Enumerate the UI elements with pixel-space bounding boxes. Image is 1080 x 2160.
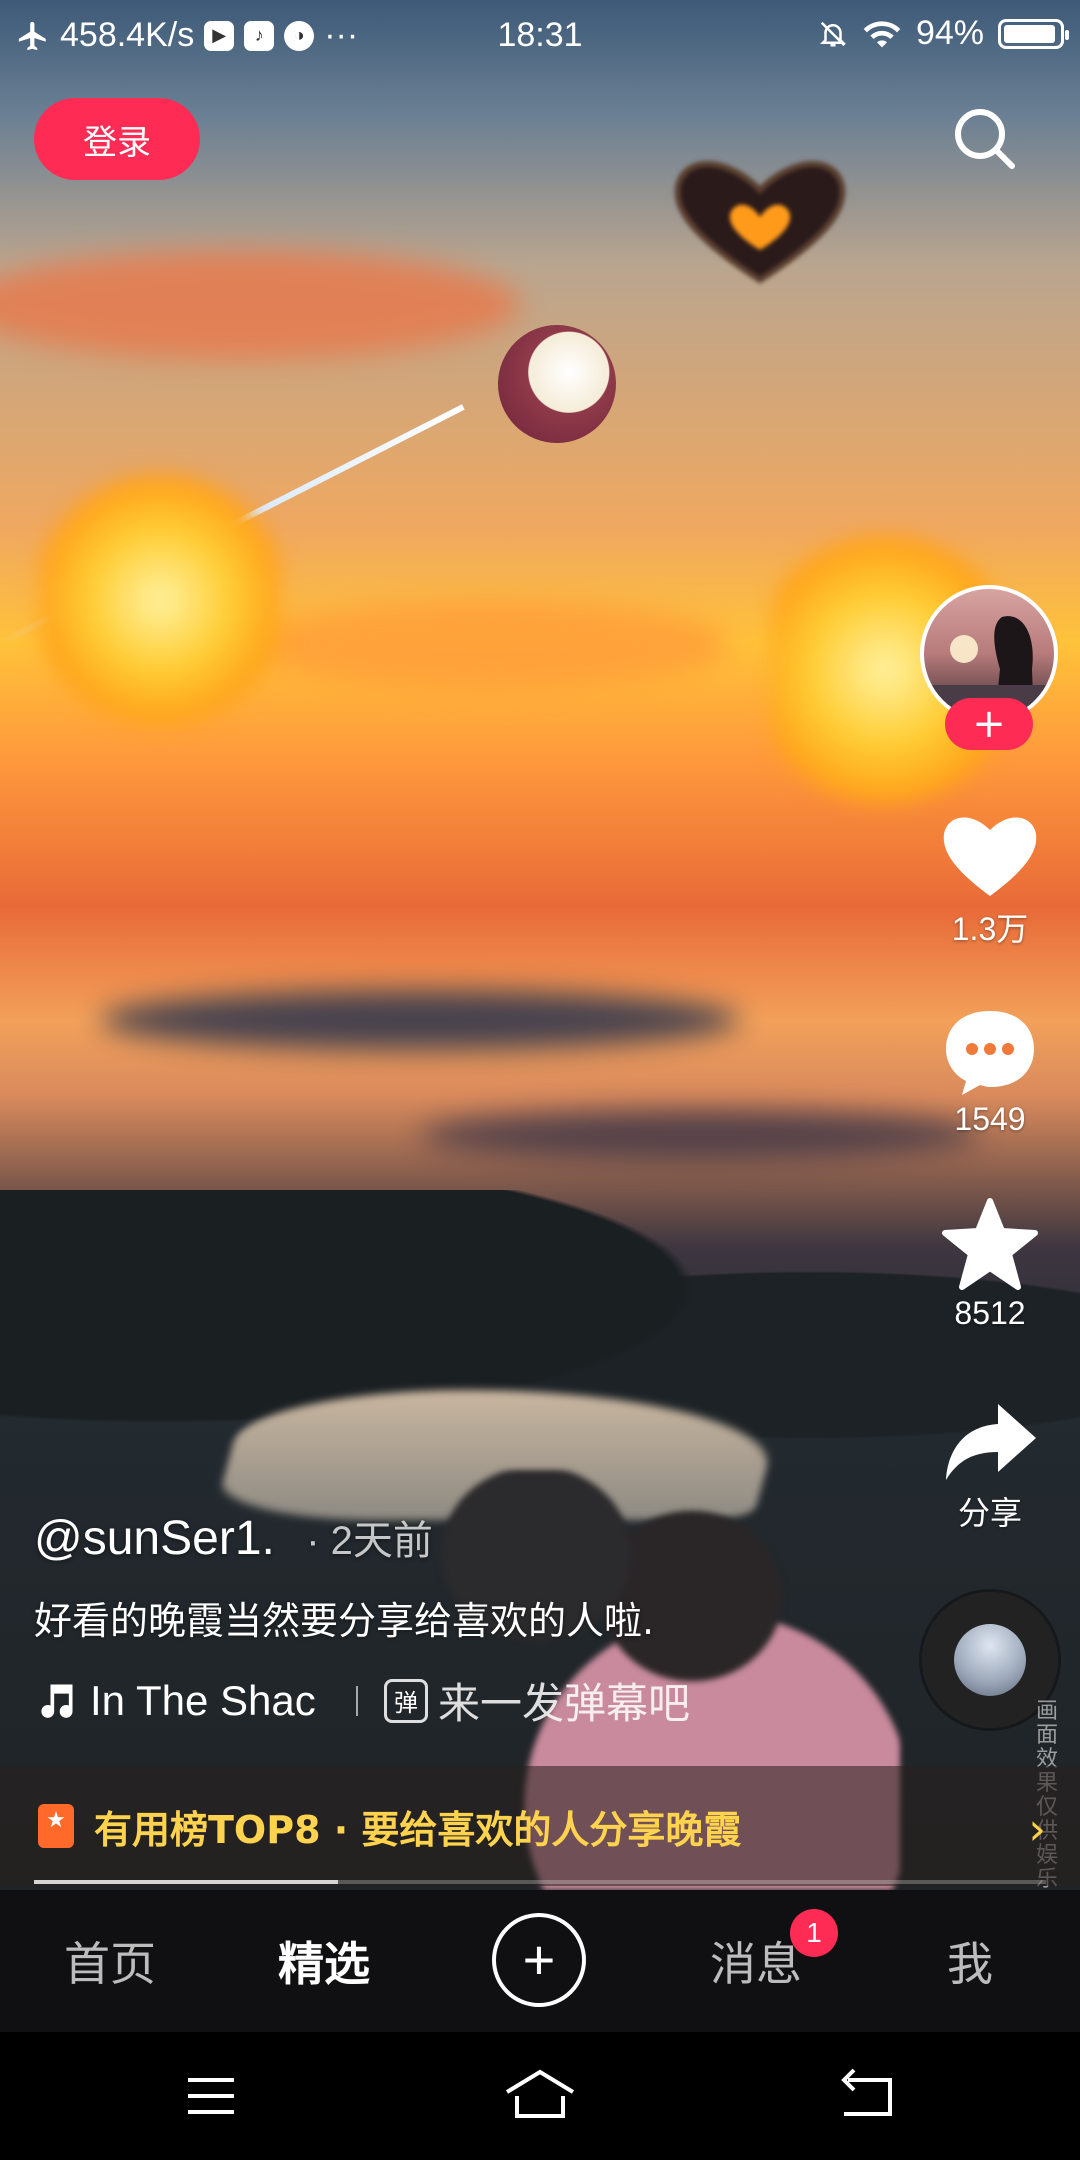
battery-percent: 94% bbox=[915, 14, 984, 52]
author-name[interactable]: @sunSer1. bbox=[34, 1512, 275, 1565]
cloud bbox=[250, 600, 730, 690]
nav-featured[interactable]: 精选 bbox=[244, 1890, 404, 2032]
status-bar: 458.4K/s ▶ ♪ ◑ ··· 18:31 94% bbox=[0, 0, 1080, 72]
message-badge: 1 bbox=[790, 1909, 838, 1957]
danmu-input[interactable]: 来一发弹幕吧 bbox=[438, 1670, 690, 1731]
ranking-banner[interactable]: 有用榜TOP8 · 要给喜欢的人分享晚霞 › bbox=[0, 1766, 1080, 1886]
author-line: @sunSer1. · 2天前 bbox=[34, 1508, 433, 1566]
share-button[interactable]: 分享 bbox=[930, 1400, 1050, 1534]
like-count: 1.3万 bbox=[951, 911, 1029, 947]
menu-icon[interactable] bbox=[166, 2066, 256, 2126]
like-button[interactable]: 1.3万 bbox=[930, 810, 1050, 950]
heart-icon bbox=[943, 817, 1037, 896]
playback-progress[interactable] bbox=[34, 1880, 1046, 1884]
search-icon[interactable] bbox=[950, 104, 1020, 174]
music-title[interactable]: In The Shac bbox=[90, 1677, 330, 1725]
favorite-count: 8512 bbox=[954, 1295, 1026, 1331]
cloud bbox=[0, 250, 520, 360]
favorite-button[interactable]: 8512 bbox=[930, 1197, 1050, 1332]
post-caption: 好看的晚霞当然要分享给喜欢的人啦. bbox=[34, 1599, 655, 1643]
comment-button[interactable]: 1549 bbox=[930, 1005, 1050, 1138]
divider bbox=[356, 1685, 358, 1716]
cloud bbox=[100, 990, 740, 1050]
back-icon[interactable] bbox=[824, 2066, 914, 2126]
post-time: · 2天前 bbox=[306, 1519, 433, 1563]
nav-me[interactable]: 我 bbox=[890, 1890, 1050, 2032]
status-right: 94% bbox=[818, 14, 1069, 53]
cloud bbox=[420, 1110, 980, 1160]
music-note-icon bbox=[41, 1684, 73, 1718]
home-icon[interactable] bbox=[495, 2066, 585, 2126]
share-arrow-icon bbox=[946, 1404, 1036, 1480]
heart-decoration bbox=[674, 161, 846, 284]
ranking-icon bbox=[38, 1804, 74, 1848]
playback-progress-fill bbox=[34, 1880, 338, 1884]
plus-icon: + bbox=[522, 1928, 556, 1991]
ranking-text: 有用榜TOP8 · 要给喜欢的人分享晚霞 bbox=[94, 1807, 742, 1852]
comment-count: 1549 bbox=[954, 1101, 1026, 1137]
moon bbox=[498, 325, 616, 443]
add-post-button[interactable]: + bbox=[492, 1913, 586, 2007]
wifi-icon bbox=[863, 20, 901, 47]
mute-bell-icon bbox=[819, 21, 846, 46]
comment-icon bbox=[946, 1011, 1034, 1095]
nav-home[interactable]: 首页 bbox=[30, 1890, 190, 2032]
follow-button[interactable]: + bbox=[945, 698, 1033, 750]
danmu-icon[interactable]: 弹 bbox=[384, 1678, 428, 1723]
music-cover bbox=[954, 1624, 1026, 1696]
share-label: 分享 bbox=[957, 1495, 1022, 1531]
time-separator: · bbox=[306, 1519, 320, 1563]
battery-fill bbox=[1004, 24, 1055, 43]
music-line: In The Shac 弹 来一发弹幕吧 bbox=[34, 1670, 894, 1731]
chevron-right-icon: › bbox=[1028, 1804, 1046, 1855]
time-ago: 2天前 bbox=[330, 1519, 433, 1563]
system-nav-bar bbox=[0, 2032, 1080, 2160]
star-icon bbox=[942, 1198, 1038, 1290]
login-button[interactable]: 登录 bbox=[34, 98, 200, 180]
battery-icon bbox=[998, 18, 1069, 49]
archer-figure bbox=[40, 470, 280, 730]
